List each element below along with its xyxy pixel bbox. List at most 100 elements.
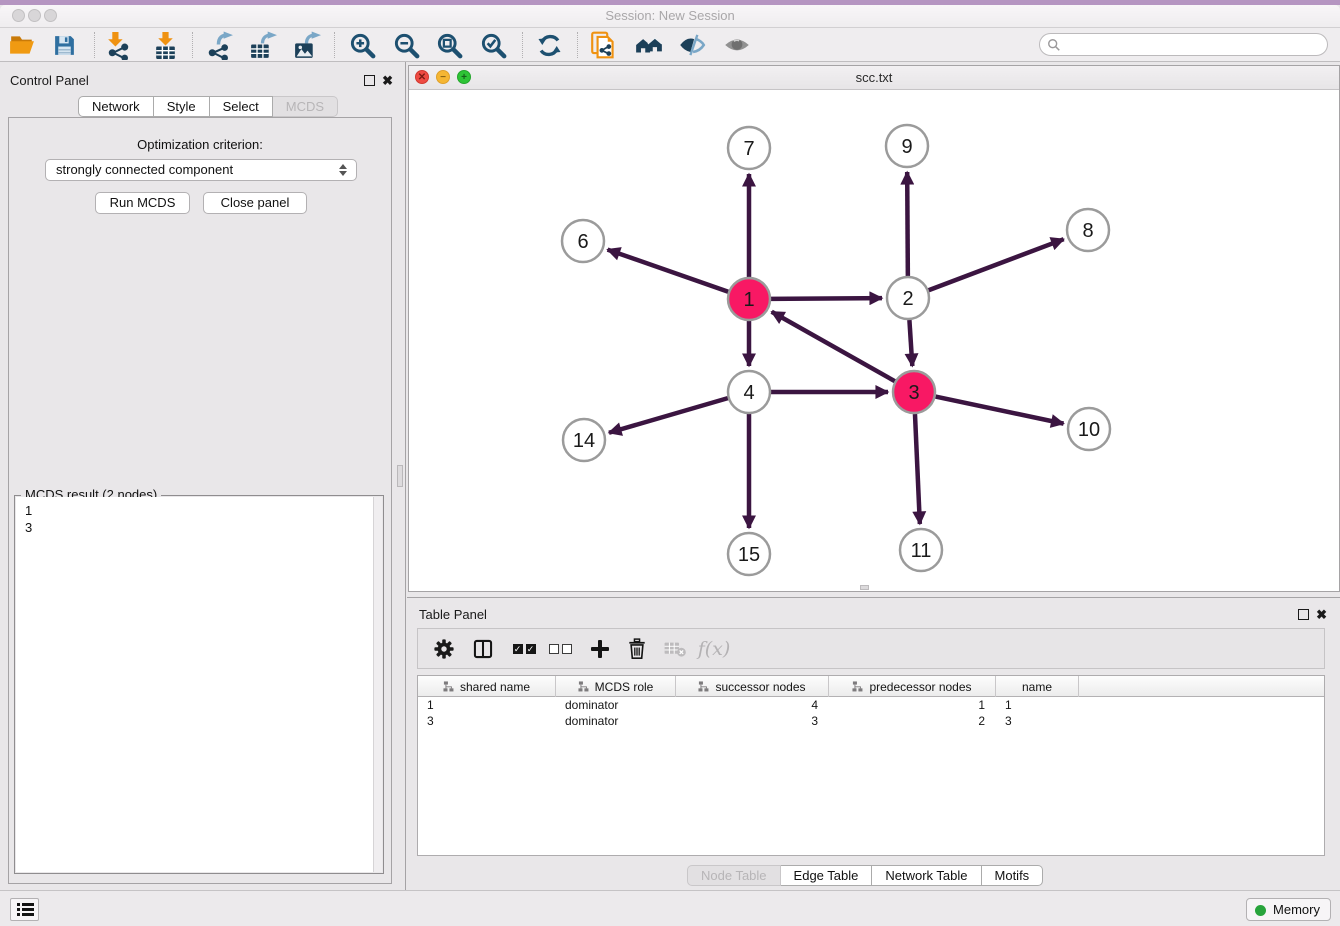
graph-edge-4-14[interactable] — [609, 398, 728, 433]
deselect-all-columns-button[interactable] — [544, 629, 576, 668]
graph-node-15[interactable]: 15 — [728, 533, 770, 575]
result-line: 1 — [25, 502, 373, 519]
cell-successor-nodes[interactable]: 3 — [676, 713, 829, 729]
export-network-icon — [205, 31, 234, 60]
result-scrollbar[interactable] — [373, 497, 382, 872]
criterion-dropdown[interactable]: strongly connected component — [45, 159, 357, 181]
graph-node-7[interactable]: 7 — [728, 127, 770, 169]
cell-predecessor-nodes[interactable]: 2 — [829, 713, 996, 729]
dropdown-arrows-icon — [339, 164, 347, 176]
tab-motifs[interactable]: Motifs — [982, 865, 1044, 886]
table-settings-button[interactable] — [425, 629, 463, 668]
graph-edge-3-1[interactable] — [772, 312, 895, 381]
graph-node-4[interactable]: 4 — [728, 371, 770, 413]
memory-button[interactable]: Memory — [1246, 898, 1331, 921]
tab-network-table[interactable]: Network Table — [872, 865, 981, 886]
select-all-columns-button[interactable]: ✓✓ — [508, 629, 540, 668]
zoom-selected-button[interactable] — [476, 30, 510, 60]
export-network-button[interactable] — [202, 30, 236, 60]
show-graphics-details-button[interactable] — [720, 30, 754, 60]
zoom-fit-button[interactable] — [432, 30, 466, 60]
graph-node-11[interactable]: 11 — [900, 529, 942, 571]
open-session-button[interactable] — [5, 30, 39, 60]
column-header-filler — [1079, 676, 1324, 697]
column-layout-button[interactable] — [464, 629, 502, 668]
import-network-button[interactable] — [101, 30, 135, 60]
main-toolbar — [0, 28, 1340, 62]
zoom-in-button[interactable] — [345, 30, 379, 60]
toolbar-separator — [334, 32, 335, 58]
tab-style[interactable]: Style — [154, 96, 210, 117]
graph-node-2[interactable]: 2 — [887, 277, 929, 319]
search-input[interactable] — [1061, 36, 1327, 54]
cell-predecessor-nodes[interactable]: 1 — [829, 697, 996, 713]
export-table-button[interactable] — [245, 30, 279, 60]
graph-edge-3-11[interactable] — [915, 414, 920, 524]
panels-menu-button[interactable] — [10, 898, 39, 921]
delete-column-button[interactable] — [619, 629, 655, 668]
panel-splitter-handle[interactable] — [397, 465, 403, 487]
tab-network[interactable]: Network — [78, 96, 154, 117]
column-header-MCDS-role[interactable]: MCDS role — [556, 676, 676, 697]
export-image-icon — [292, 31, 321, 60]
column-header-name[interactable]: name — [996, 676, 1079, 697]
graph-node-3[interactable]: 3 — [893, 371, 935, 413]
control-panel-close-icon[interactable]: ✖ — [382, 74, 393, 87]
cell-shared-name[interactable]: 1 — [418, 697, 556, 713]
graph-node-8[interactable]: 8 — [1067, 209, 1109, 251]
cell-MCDS-role[interactable]: dominator — [556, 713, 676, 729]
network-splitter-handle[interactable] — [860, 585, 869, 590]
application-window: Session: New Session — [0, 0, 1340, 926]
graph-node-6[interactable]: 6 — [562, 220, 604, 262]
cell-name[interactable]: 1 — [996, 697, 1079, 713]
close-panel-button[interactable]: Close panel — [203, 192, 307, 214]
tab-select[interactable]: Select — [210, 96, 273, 117]
cell-shared-name[interactable]: 3 — [418, 713, 556, 729]
table-row[interactable]: 3dominator323 — [418, 713, 1324, 729]
graph-edge-3-10[interactable] — [936, 397, 1064, 424]
delete-table-button[interactable] — [657, 629, 693, 668]
zoom-selected-icon — [480, 32, 507, 59]
import-table-button[interactable] — [148, 30, 182, 60]
column-type-icon — [852, 681, 863, 692]
run-mcds-button[interactable]: Run MCDS — [95, 192, 190, 214]
toolbar-separator — [577, 32, 578, 58]
table-row[interactable]: 1dominator411 — [418, 697, 1324, 713]
cell-name[interactable]: 3 — [996, 713, 1079, 729]
zoom-out-button[interactable] — [389, 30, 423, 60]
memory-status-dot — [1255, 905, 1266, 916]
control-panel-float-icon[interactable] — [364, 75, 375, 86]
export-image-button[interactable] — [289, 30, 323, 60]
toolbar-separator — [522, 32, 523, 58]
column-header-shared-name[interactable]: shared name — [418, 676, 556, 697]
tab-node-table[interactable]: Node Table — [687, 865, 781, 886]
apply-function-button[interactable]: f(x) — [694, 629, 734, 668]
tab-edge-table[interactable]: Edge Table — [781, 865, 873, 886]
cell-successor-nodes[interactable]: 4 — [676, 697, 829, 713]
network-overview-button[interactable] — [587, 30, 621, 60]
network-canvas[interactable]: 7 9 6 8 1 2 4 3 14 10 15 11 — [409, 91, 1339, 591]
refresh-button[interactable] — [532, 30, 566, 60]
column-header-successor-nodes[interactable]: successor nodes — [676, 676, 829, 697]
hide-graphics-details-button[interactable] — [675, 30, 709, 60]
table-panel-close-icon[interactable]: ✖ — [1316, 608, 1327, 621]
mcds-panel: Optimization criterion: strongly connect… — [8, 117, 392, 884]
graph-edge-1-2[interactable] — [771, 298, 882, 299]
graph-node-1[interactable]: 1 — [728, 278, 770, 320]
graph-edge-2-8[interactable] — [929, 239, 1064, 290]
cell-MCDS-role[interactable]: dominator — [556, 697, 676, 713]
window-titlebar: Session: New Session — [0, 5, 1340, 28]
table-panel-float-icon[interactable] — [1298, 609, 1309, 620]
graph-node-10[interactable]: 10 — [1068, 408, 1110, 450]
graph-edge-2-3[interactable] — [909, 320, 912, 366]
graph-edge-2-9[interactable] — [907, 172, 908, 276]
graph-edge-1-6[interactable] — [608, 250, 729, 292]
tab-mcds[interactable]: MCDS — [273, 96, 338, 117]
add-column-button[interactable] — [581, 629, 619, 668]
graph-node-14[interactable]: 14 — [563, 419, 605, 461]
graph-node-9[interactable]: 9 — [886, 125, 928, 167]
network-window-titlebar: ✕ − + scc.txt — [409, 66, 1339, 90]
home-button[interactable] — [632, 30, 666, 60]
column-header-predecessor-nodes[interactable]: predecessor nodes — [829, 676, 996, 697]
save-session-button[interactable] — [47, 30, 81, 60]
